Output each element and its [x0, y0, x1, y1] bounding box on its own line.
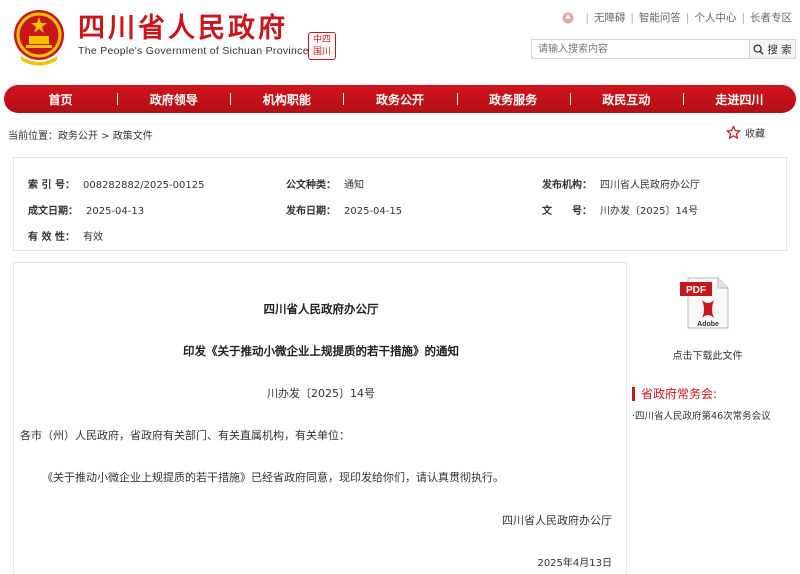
meta-published-label: 发布日期： [286, 206, 336, 217]
pdf-file-icon[interactable]: PDF Adobe [680, 276, 732, 330]
meta-created-value: 2025-04-13 [86, 206, 145, 217]
pdf-label: PDF [686, 285, 706, 296]
meta-published-value: 2025-04-15 [344, 206, 403, 217]
document-issuer: 四川省人民政府办公厅 [263, 302, 379, 316]
meta-type-value: 通知 [344, 180, 364, 191]
meta-docnum: 文 号： 川办发〔2025〕14号 [542, 202, 698, 217]
document-body: 《关于推动小微企业上规提质的若干措施》已经省政府同意，现印发给你们，请认真贯彻执… [42, 471, 504, 484]
meta-validity-label: 有 效 性： [28, 232, 75, 243]
elderly-zone-link[interactable]: 长者专区 [750, 10, 792, 25]
search-icon [753, 43, 764, 55]
meta-created-label: 成文日期： [28, 206, 78, 217]
meta-issuer-label: 发布机构： [542, 180, 592, 191]
breadcrumb-item-policy-documents[interactable]: 政策文件 [113, 131, 153, 142]
search-input[interactable] [531, 39, 750, 59]
document-signature: 四川省人民政府办公厅 [502, 514, 612, 527]
meta-docnum-value: 川办发〔2025〕14号 [600, 206, 699, 217]
document-date: 2025年4月13日 [537, 558, 612, 569]
meta-index: 索 引 号： 008282882/2025-00125 [28, 176, 204, 191]
nav-item-about-sichuan[interactable]: 走进四川 [682, 91, 796, 108]
star-icon [726, 125, 741, 139]
nav-item-agencies[interactable]: 机构职能 [230, 91, 343, 108]
nav-item-home[interactable]: 首页 [4, 91, 117, 108]
meta-docnum-label: 文 号： [542, 206, 592, 217]
download-file-link[interactable]: 点击下载此文件 [628, 347, 787, 362]
nav-item-services[interactable]: 政务服务 [456, 91, 570, 108]
main-nav: 首页 政府领导 机构职能 政务公开 政务服务 政民互动 走进四川 [4, 85, 796, 113]
meta-validity-value: 有效 [82, 232, 103, 243]
related-section-title: 省政府常务会: [632, 387, 717, 401]
meta-issuer: 发布机构： 四川省人民政府办公厅 [542, 176, 700, 191]
document-meta: 索 引 号： 008282882/2025-00125 公文种类： 通知 发布机构：… [13, 157, 787, 251]
nav-item-interaction[interactable]: 政民互动 [569, 91, 683, 108]
top-links: | 无障碍 | 智能问答 | 个人中心 | 长者专区 [562, 10, 792, 25]
meta-validity: 有 效 性： 有效 [28, 228, 103, 243]
personal-center-link[interactable]: 个人中心 [694, 10, 736, 25]
meta-created: 成文日期： 2025-04-13 [28, 202, 144, 217]
favorite-label: 收藏 [745, 129, 765, 140]
breadcrumb: 当前位置：政务公开 > 政策文件 [8, 127, 153, 142]
national-emblem-icon[interactable] [12, 8, 66, 66]
document-content: 四川省人民政府办公厅 印发《关于推动小微企业上规提质的若干措施》的通知 川办发〔… [13, 262, 627, 574]
meta-type-label: 公文种类： [286, 180, 336, 191]
breadcrumb-separator: > [98, 131, 113, 142]
document-recipients: 各市（州）人民政府，省政府有关部门、有关直属机构，有关单位： [20, 429, 350, 442]
breadcrumb-prefix: 当前位置： [8, 131, 58, 142]
site-title[interactable]: 四川省人民政府 [78, 6, 288, 45]
accessibility-link[interactable]: 无障碍 [594, 10, 626, 25]
site-subtitle: The People's Government of Sichuan Provi… [78, 45, 309, 57]
document-number: 川办发〔2025〕14号 [267, 387, 375, 400]
site-header: 四川省人民政府 The People's Government of Sichu… [0, 0, 800, 82]
related-meeting-link[interactable]: ·四川省人民政府第46次常务会议 [632, 408, 771, 422]
document-title: 印发《关于推动小微企业上规提质的若干措施》的通知 [183, 344, 459, 358]
smart-qa-link[interactable]: 智能问答 [639, 10, 681, 25]
meta-published: 发布日期： 2025-04-15 [286, 202, 402, 217]
search-button[interactable]: 搜 索 [750, 39, 796, 59]
sichuan-seal-logo: 中四 国川 [308, 32, 336, 60]
nav-item-open-government[interactable]: 政务公开 [343, 91, 456, 108]
meta-index-label: 索 引 号： [28, 180, 75, 191]
search-button-label: 搜 索 [767, 43, 792, 56]
nav-item-leaders[interactable]: 政府领导 [117, 91, 230, 108]
location-pin-icon [562, 12, 574, 23]
meta-issuer-value: 四川省人民政府办公厅 [600, 180, 700, 191]
meta-index-value: 008282882/2025-00125 [82, 180, 205, 191]
favorite-button[interactable]: 收藏 [726, 125, 765, 140]
adobe-label: Adobe [697, 321, 719, 328]
breadcrumb-item-open-government[interactable]: 政务公开 [58, 131, 98, 142]
sidebar: PDF Adobe 点击下载此文件 省政府常务会: ·四川省人民政府第46次常务… [628, 262, 787, 574]
meta-type: 公文种类： 通知 [286, 176, 364, 191]
